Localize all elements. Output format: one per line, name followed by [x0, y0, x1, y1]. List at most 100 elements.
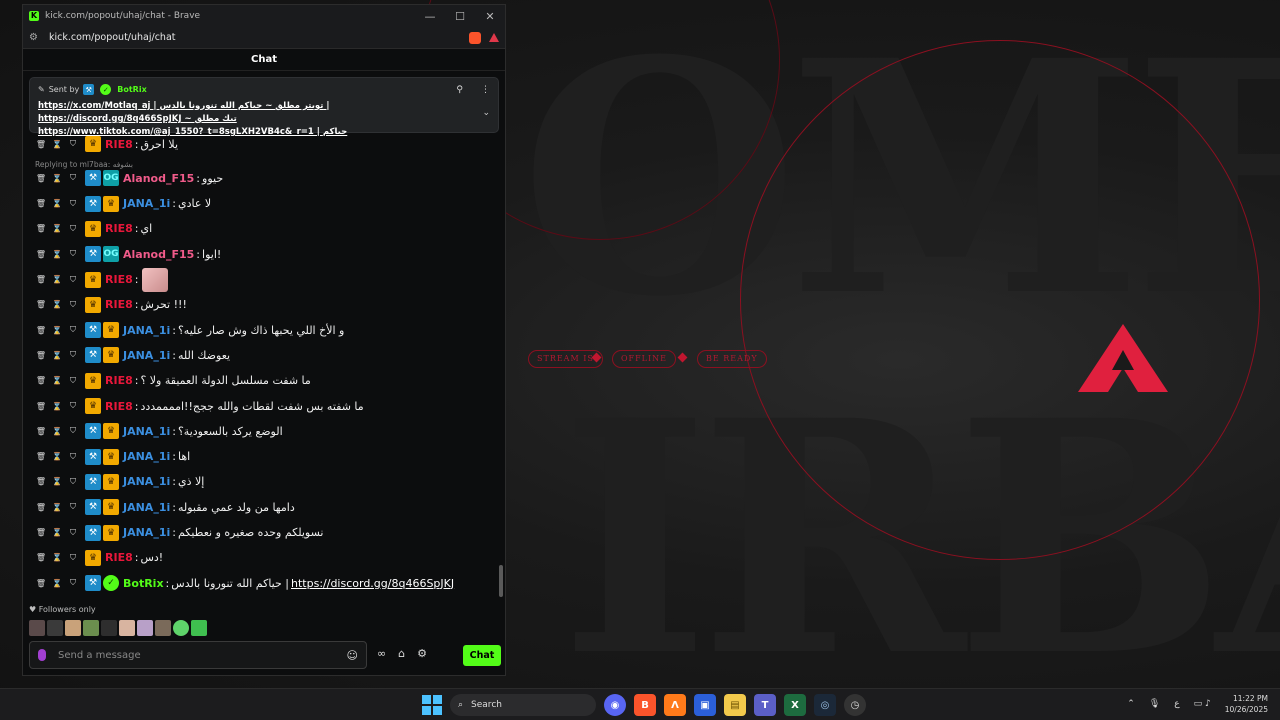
timeout-icon[interactable]: ⌛ — [52, 452, 62, 461]
timeout-icon[interactable]: ⌛ — [52, 275, 62, 284]
delete-icon[interactable]: 🗑 — [36, 250, 46, 259]
phone-link-app-icon[interactable]: ▣ — [694, 694, 716, 716]
chat-username[interactable]: Alanod_F15 — [123, 248, 194, 261]
timeout-icon[interactable]: ⌛ — [52, 402, 62, 411]
message-input-placeholder[interactable]: Send a message — [58, 650, 141, 661]
emote-button[interactable] — [137, 620, 153, 636]
chat-username[interactable]: BotRix — [123, 577, 164, 590]
network-volume-icon[interactable]: ▭ ♪ — [1194, 699, 1211, 709]
points-icon[interactable]: ∞ — [377, 647, 386, 660]
ban-icon[interactable]: ⛉ — [69, 553, 77, 562]
delete-icon[interactable]: 🗑 — [36, 553, 46, 562]
brave-rewards-icon[interactable] — [489, 33, 499, 42]
delete-icon[interactable]: 🗑 — [36, 351, 46, 360]
timeout-icon[interactable]: ⌛ — [52, 224, 62, 233]
timeout-icon[interactable]: ⌛ — [52, 477, 62, 486]
chat-username[interactable]: JANA_1i — [123, 450, 170, 463]
delete-icon[interactable]: 🗑 — [36, 402, 46, 411]
delete-icon[interactable]: 🗑 — [36, 224, 46, 233]
microphone-icon[interactable] — [38, 649, 46, 661]
ban-icon[interactable]: ⛉ — [69, 139, 77, 149]
delete-icon[interactable]: 🗑 — [36, 275, 46, 284]
ban-icon[interactable]: ⛉ — [69, 528, 77, 537]
file-explorer-icon[interactable]: ▤ — [724, 694, 746, 716]
chat-username[interactable]: JANA_1i — [123, 324, 170, 337]
delete-icon[interactable]: 🗑 — [36, 477, 46, 486]
timeout-icon[interactable]: ⌛ — [52, 553, 62, 562]
site-settings-icon[interactable]: ⚙ — [29, 32, 41, 43]
system-clock[interactable]: 11:22 PM 10/26/2025 — [1225, 693, 1268, 715]
app-a-icon[interactable]: Λ — [664, 694, 686, 716]
delete-icon[interactable]: 🗑 — [36, 579, 46, 588]
emote-button[interactable] — [83, 620, 99, 636]
chat-username[interactable]: JANA_1i — [123, 349, 170, 362]
delete-icon[interactable]: 🗑 — [36, 300, 46, 309]
emote-button[interactable] — [47, 620, 63, 636]
emote-button[interactable] — [155, 620, 171, 636]
maximize-button[interactable]: ☐ — [445, 10, 475, 23]
timeout-icon[interactable]: ⌛ — [52, 199, 62, 208]
unpin-icon[interactable]: ⚲ — [456, 85, 463, 95]
timeout-icon[interactable]: ⌛ — [52, 503, 62, 512]
chat-message-link[interactable]: https://discord.gg/8q466SpJKJ — [291, 577, 454, 590]
ban-icon[interactable]: ⛉ — [69, 224, 77, 233]
timeout-icon[interactable]: ⌛ — [52, 376, 62, 385]
pinned-line[interactable]: https://x.com/Motlaq_aj | تويتر مطلق ~ ح… — [38, 100, 468, 126]
chat-username[interactable]: JANA_1i — [123, 501, 170, 514]
ban-icon[interactable]: ⛉ — [69, 426, 77, 436]
delete-icon[interactable]: 🗑 — [36, 503, 46, 512]
url-text[interactable]: kick.com/popout/uhaj/chat — [49, 32, 176, 43]
chat-username[interactable]: RIE8 — [105, 551, 133, 564]
emote-button[interactable] — [101, 620, 117, 636]
emote-button[interactable] — [119, 620, 135, 636]
language-indicator[interactable]: ع — [1174, 699, 1179, 709]
chat-username[interactable]: RIE8 — [105, 222, 133, 235]
emote-button[interactable] — [191, 620, 207, 636]
steam-app-icon[interactable]: ◎ — [814, 694, 836, 716]
timeout-icon[interactable]: ⌛ — [52, 250, 62, 259]
chat-username[interactable]: RIE8 — [105, 400, 133, 413]
message-input[interactable]: Send a message ☺ — [29, 641, 367, 669]
excel-app-icon[interactable]: X — [784, 694, 806, 716]
ban-icon[interactable]: ⛉ — [69, 173, 77, 183]
teams-app-icon[interactable]: T — [754, 694, 776, 716]
store-icon[interactable]: ⌂ — [398, 647, 405, 660]
send-chat-button[interactable]: Chat — [463, 645, 501, 666]
chat-username[interactable]: RIE8 — [105, 298, 133, 311]
delete-icon[interactable]: 🗑 — [36, 174, 46, 183]
delete-icon[interactable]: 🗑 — [36, 528, 46, 537]
timeout-icon[interactable]: ⌛ — [52, 300, 62, 309]
timeout-icon[interactable]: ⌛ — [52, 351, 62, 360]
ban-icon[interactable]: ⛉ — [69, 578, 77, 588]
chat-username[interactable]: JANA_1i — [123, 526, 170, 539]
chat-username[interactable]: RIE8 — [105, 374, 133, 387]
chat-scrollbar[interactable] — [499, 565, 503, 597]
delete-icon[interactable]: 🗑 — [36, 452, 46, 461]
chat-username[interactable]: Alanod_F15 — [123, 172, 194, 185]
chevron-up-icon[interactable]: ⌃ — [1127, 699, 1135, 709]
close-button[interactable]: ✕ — [475, 10, 505, 23]
timeout-icon[interactable]: ⌛ — [52, 326, 62, 335]
timeout-icon[interactable]: ⌛ — [52, 579, 62, 588]
chat-username[interactable]: JANA_1i — [123, 197, 170, 210]
delete-icon[interactable]: 🗑 — [36, 376, 46, 385]
timeout-icon[interactable]: ⌛ — [52, 174, 62, 183]
emote-button[interactable] — [65, 620, 81, 636]
chat-username[interactable]: JANA_1i — [123, 475, 170, 488]
emote-button[interactable] — [173, 620, 189, 636]
brave-shields-icon[interactable] — [469, 31, 481, 44]
ban-icon[interactable]: ⛉ — [69, 199, 77, 208]
timeout-icon[interactable]: ⌛ — [52, 140, 62, 149]
address-bar[interactable]: ⚙ kick.com/popout/uhaj/chat — [23, 27, 505, 49]
microphone-tray-icon[interactable]: 🎙 — [1149, 699, 1160, 709]
delete-icon[interactable]: 🗑 — [36, 427, 46, 436]
more-options-icon[interactable]: ⋮ — [481, 85, 490, 95]
timeout-icon[interactable]: ⌛ — [52, 427, 62, 436]
brave-app-icon[interactable]: B — [634, 694, 656, 716]
delete-icon[interactable]: 🗑 — [36, 199, 46, 208]
ban-icon[interactable]: ⛉ — [69, 350, 77, 360]
timeout-icon[interactable]: ⌛ — [52, 528, 62, 537]
taskbar-search[interactable]: ⌕ Search — [450, 694, 596, 716]
clock-app-icon[interactable]: ◷ — [844, 694, 866, 716]
settings-icon[interactable]: ⚙ — [417, 647, 427, 660]
